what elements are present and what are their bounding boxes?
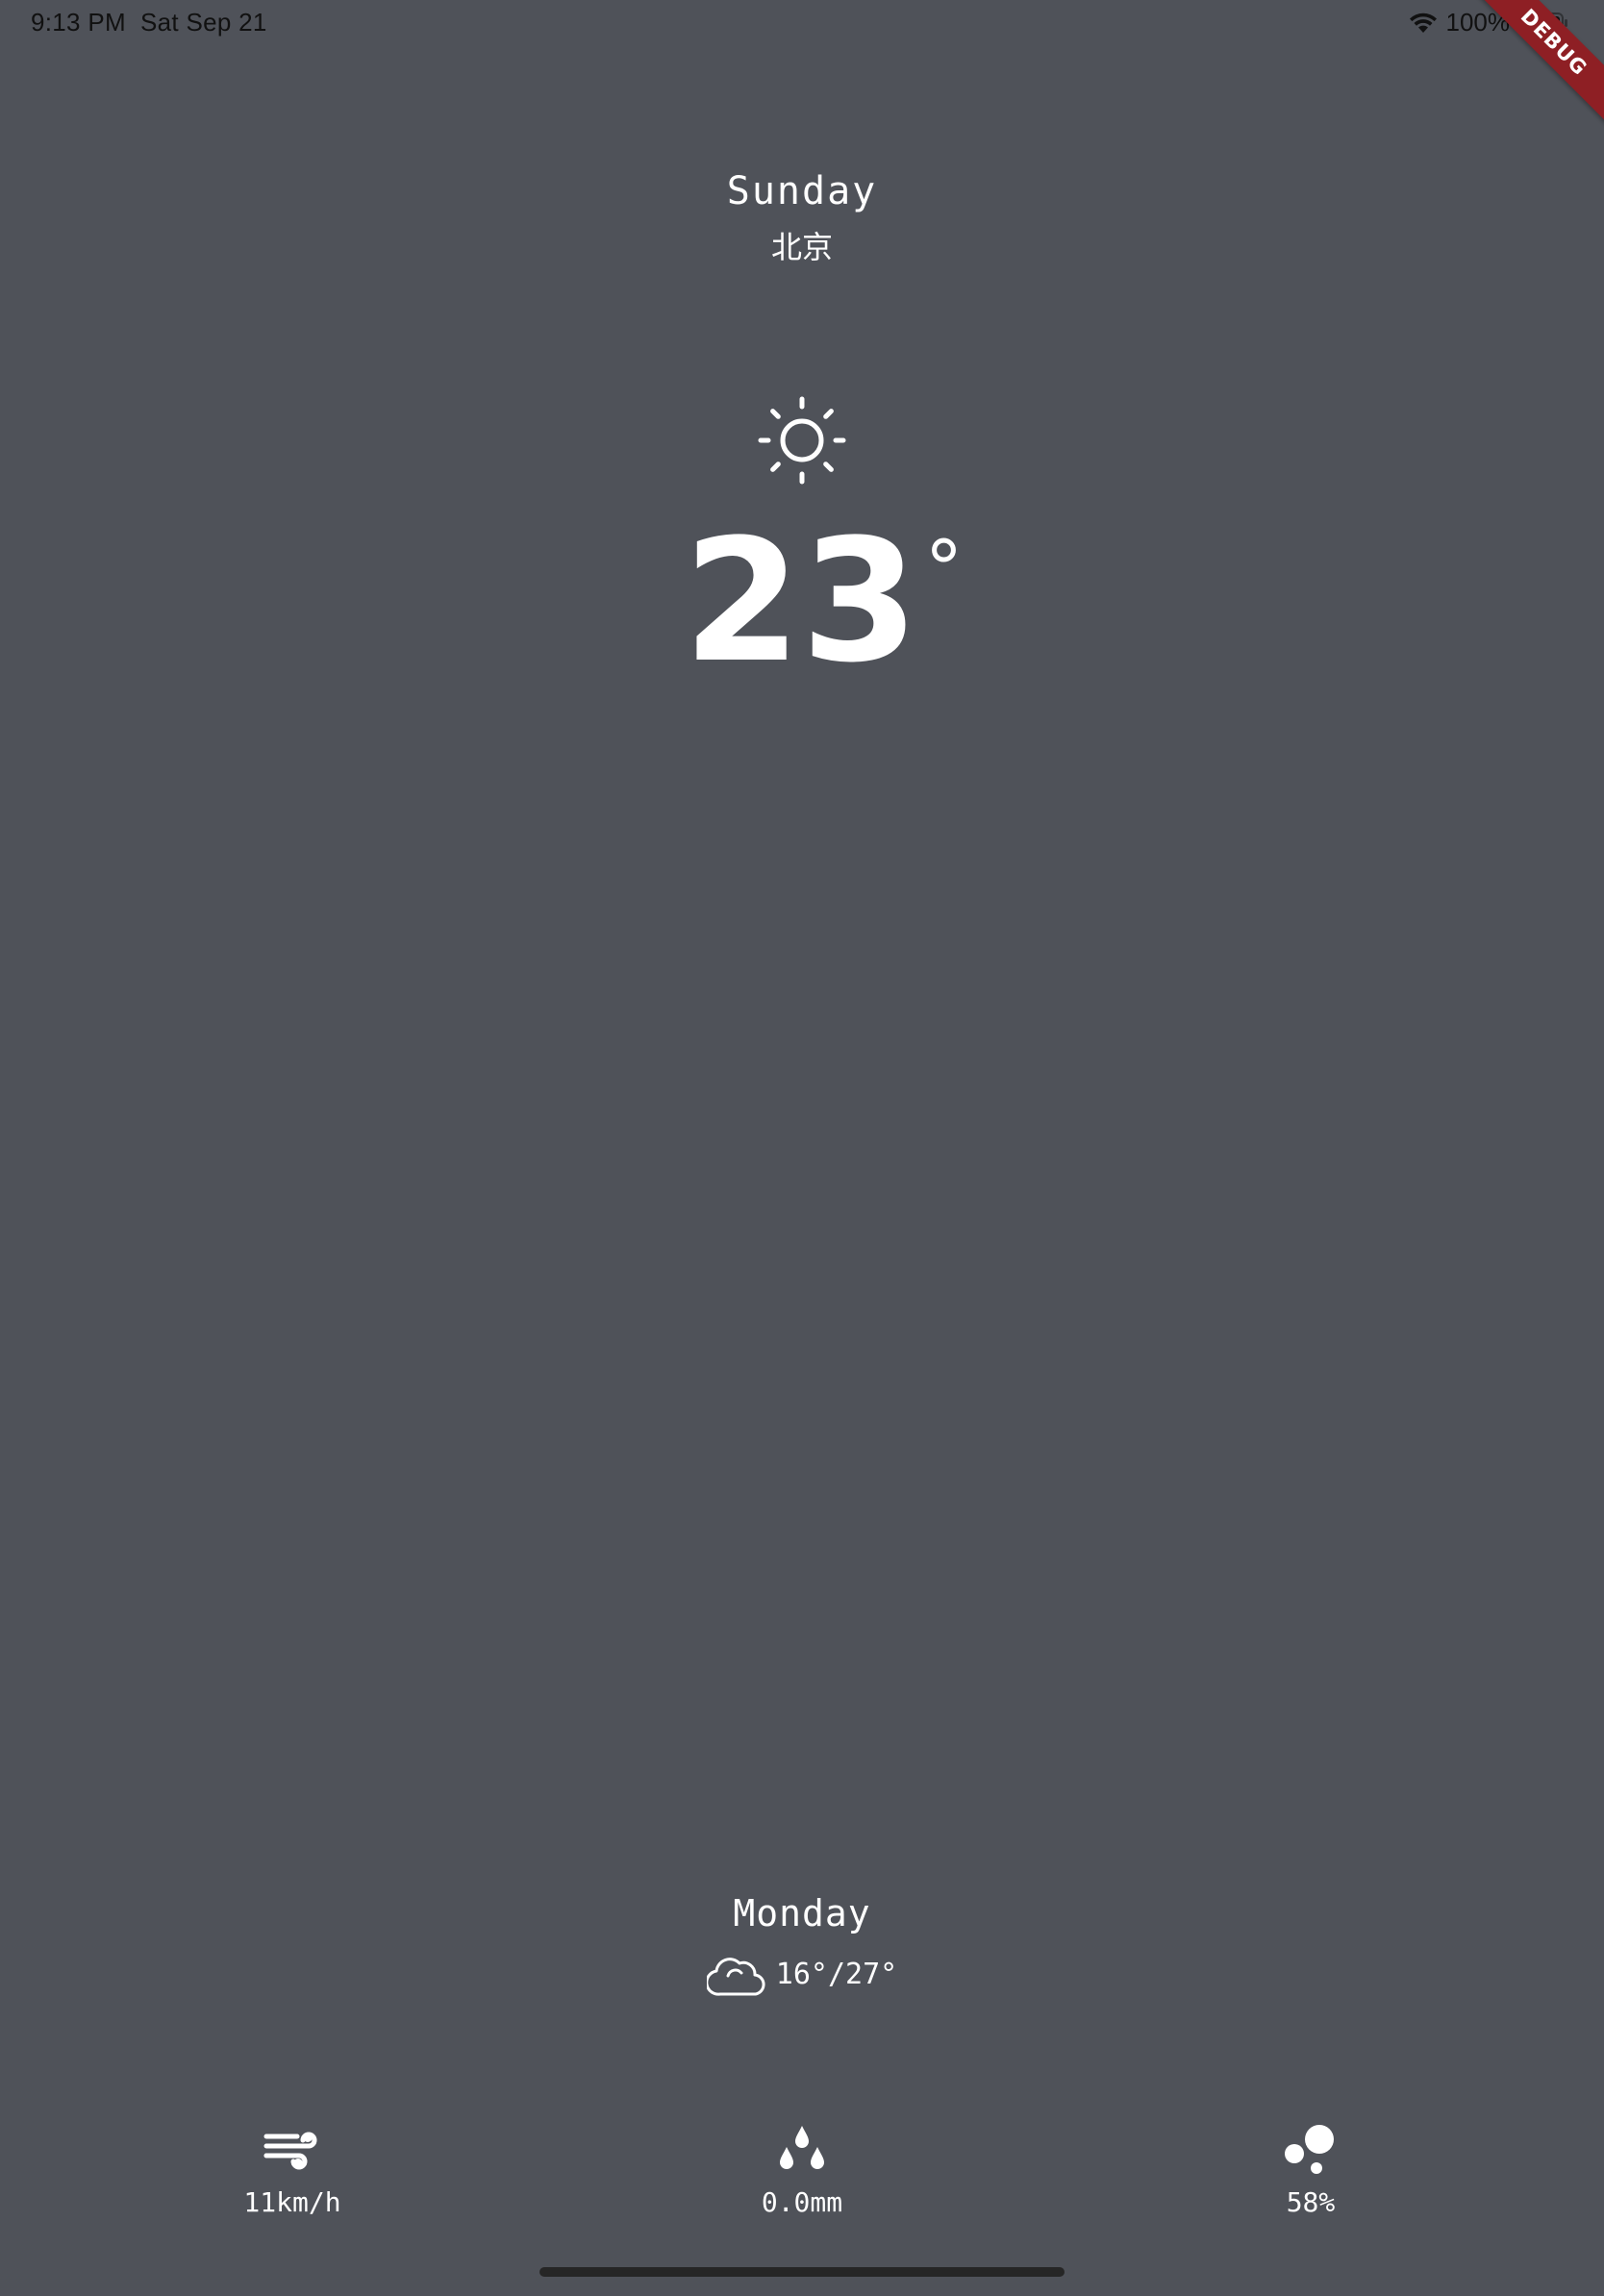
wind-speed: 11km/h xyxy=(243,2186,341,2218)
wind-stat: 11km/h xyxy=(177,2121,408,2218)
home-indicator[interactable] xyxy=(539,2267,1065,2277)
status-bar: 9:13 PM Sat Sep 21 100% xyxy=(0,0,1604,44)
temperature-value: 23 xyxy=(683,503,919,700)
current-temperature: 23 ° xyxy=(0,517,1604,686)
raindrops-icon xyxy=(687,2121,917,2177)
forecast-temperature-range: 16°/27° xyxy=(775,1957,898,1991)
degree-symbol: ° xyxy=(924,524,964,613)
precipitation-amount: 0.0mm xyxy=(761,2186,843,2218)
current-day: Sunday xyxy=(726,169,878,213)
humidity-icon xyxy=(1195,2121,1426,2177)
forecast-day: Monday xyxy=(733,1892,871,1934)
wifi-icon xyxy=(1408,12,1439,35)
wind-icon xyxy=(177,2121,408,2177)
humidity-value: 58% xyxy=(1286,2186,1336,2218)
city-name: 北京 xyxy=(770,229,833,265)
cloud-icon xyxy=(706,1950,766,1998)
humidity-stat: 58% xyxy=(1195,2121,1426,2218)
precipitation-stat: 0.0mm xyxy=(687,2121,917,2218)
status-time: 9:13 PM xyxy=(31,8,126,37)
forecast-summary: 16°/27° xyxy=(0,1950,1604,1998)
status-date: Sat Sep 21 xyxy=(140,8,267,37)
sun-icon xyxy=(758,396,846,485)
